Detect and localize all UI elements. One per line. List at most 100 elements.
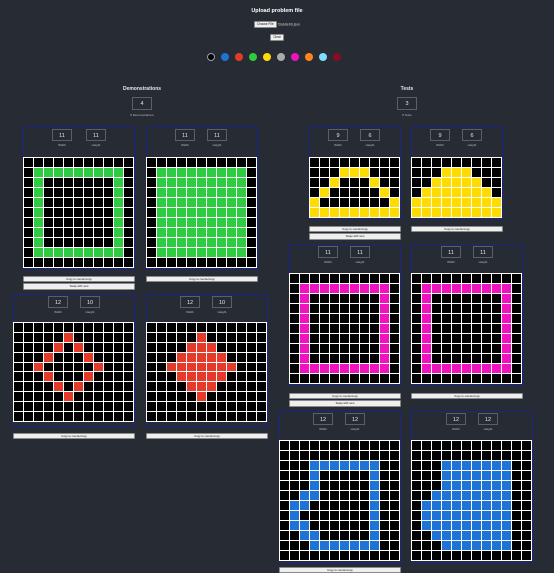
grid-cell[interactable]	[247, 323, 256, 332]
grid-cell[interactable]	[432, 274, 441, 283]
width-input[interactable]: 11	[441, 246, 461, 258]
grid-cell[interactable]	[432, 284, 441, 293]
grid-cell[interactable]	[177, 392, 186, 402]
grid-cell[interactable]	[482, 188, 491, 197]
grid-cell[interactable]	[390, 461, 399, 470]
grid-cell[interactable]	[330, 471, 339, 480]
grid-cell[interactable]	[340, 531, 349, 540]
grid-cell[interactable]	[157, 323, 166, 332]
grid-cell[interactable]	[280, 461, 289, 470]
grid-cell[interactable]	[247, 198, 256, 207]
grid-cell[interactable]	[24, 158, 33, 167]
grid-cell[interactable]	[330, 344, 339, 353]
pixel-grid[interactable]	[279, 440, 400, 561]
grid-cell[interactable]	[54, 228, 63, 237]
grid-cell[interactable]	[187, 208, 196, 217]
grid-cell[interactable]	[370, 441, 379, 450]
width-input[interactable]: 9	[328, 129, 348, 141]
grid-cell[interactable]	[227, 352, 236, 362]
grid-cell[interactable]	[187, 352, 196, 362]
grid-cell[interactable]	[390, 511, 399, 520]
grid-cell[interactable]	[360, 284, 369, 293]
grid-cell[interactable]	[247, 372, 256, 382]
grid-cell[interactable]	[197, 392, 206, 402]
grid-cell[interactable]	[472, 521, 481, 530]
grid-cell[interactable]	[300, 471, 309, 480]
grid-cell[interactable]	[217, 198, 226, 207]
grid-cell[interactable]	[442, 178, 451, 187]
grid-cell[interactable]	[442, 374, 451, 383]
grid-cell[interactable]	[257, 352, 266, 362]
grid-cell[interactable]	[197, 238, 206, 247]
grid-cell[interactable]	[442, 274, 451, 283]
grid-cell[interactable]	[492, 461, 501, 470]
grid-cell[interactable]	[462, 324, 471, 333]
grid-cell[interactable]	[432, 521, 441, 530]
grid-cell[interactable]	[290, 274, 299, 283]
grid-cell[interactable]	[14, 332, 23, 342]
grid-cell[interactable]	[64, 402, 73, 412]
grid-cell[interactable]	[197, 412, 206, 421]
grid-cell[interactable]	[370, 501, 379, 510]
grid-cell[interactable]	[207, 372, 216, 382]
grid-cell[interactable]	[442, 334, 451, 343]
grid-cell[interactable]	[442, 158, 451, 167]
grid-cell[interactable]	[432, 324, 441, 333]
grid-cell[interactable]	[482, 481, 491, 490]
grid-cell[interactable]	[104, 362, 113, 372]
grid-cell[interactable]	[442, 451, 451, 460]
grid-cell[interactable]	[54, 412, 63, 421]
grid-cell[interactable]	[247, 178, 256, 187]
grid-cell[interactable]	[472, 208, 481, 217]
grid-cell[interactable]	[502, 441, 511, 450]
grid-cell[interactable]	[462, 334, 471, 343]
grid-cell[interactable]	[74, 323, 83, 332]
width-input[interactable]: 11	[52, 129, 72, 141]
grid-cell[interactable]	[340, 451, 349, 460]
grid-cell[interactable]	[502, 284, 511, 293]
grid-cell[interactable]	[340, 471, 349, 480]
grid-cell[interactable]	[74, 362, 83, 372]
grid-cell[interactable]	[422, 551, 431, 560]
grid-cell[interactable]	[512, 501, 521, 510]
grid-cell[interactable]	[370, 541, 379, 550]
grid-cell[interactable]	[492, 208, 501, 217]
grid-cell[interactable]	[124, 208, 133, 217]
grid-cell[interactable]	[492, 354, 501, 363]
grid-cell[interactable]	[217, 188, 226, 197]
grid-cell[interactable]	[310, 451, 319, 460]
grid-cell[interactable]	[512, 511, 521, 520]
copy-button[interactable]: Copy to countercopy	[23, 276, 135, 283]
grid-cell[interactable]	[370, 521, 379, 530]
grid-cell[interactable]	[44, 178, 53, 187]
grid-cell[interactable]	[380, 364, 389, 373]
grid-cell[interactable]	[177, 382, 186, 392]
grid-cell[interactable]	[350, 521, 359, 530]
grid-cell[interactable]	[167, 248, 176, 257]
grid-cell[interactable]	[34, 208, 43, 217]
choose-file-button[interactable]: Choose File	[253, 21, 277, 28]
grid-cell[interactable]	[94, 342, 103, 352]
grid-cell[interactable]	[84, 258, 93, 267]
grid-cell[interactable]	[217, 228, 226, 237]
grid-cell[interactable]	[84, 412, 93, 421]
grid-cell[interactable]	[280, 541, 289, 550]
grid-cell[interactable]	[340, 324, 349, 333]
grid-cell[interactable]	[237, 372, 246, 382]
grid-cell[interactable]	[280, 481, 289, 490]
grid-cell[interactable]	[310, 198, 319, 207]
palette-swatch[interactable]	[305, 53, 313, 61]
grid-cell[interactable]	[197, 382, 206, 392]
grid-cell[interactable]	[34, 258, 43, 267]
grid-cell[interactable]	[370, 158, 379, 167]
grid-cell[interactable]	[167, 218, 176, 227]
grid-cell[interactable]	[350, 551, 359, 560]
grid-cell[interactable]	[300, 274, 309, 283]
grid-cell[interactable]	[422, 314, 431, 323]
grid-cell[interactable]	[512, 314, 521, 323]
grid-cell[interactable]	[502, 344, 511, 353]
grid-cell[interactable]	[207, 352, 216, 362]
grid-cell[interactable]	[197, 372, 206, 382]
grid-cell[interactable]	[74, 178, 83, 187]
grid-cell[interactable]	[187, 362, 196, 372]
